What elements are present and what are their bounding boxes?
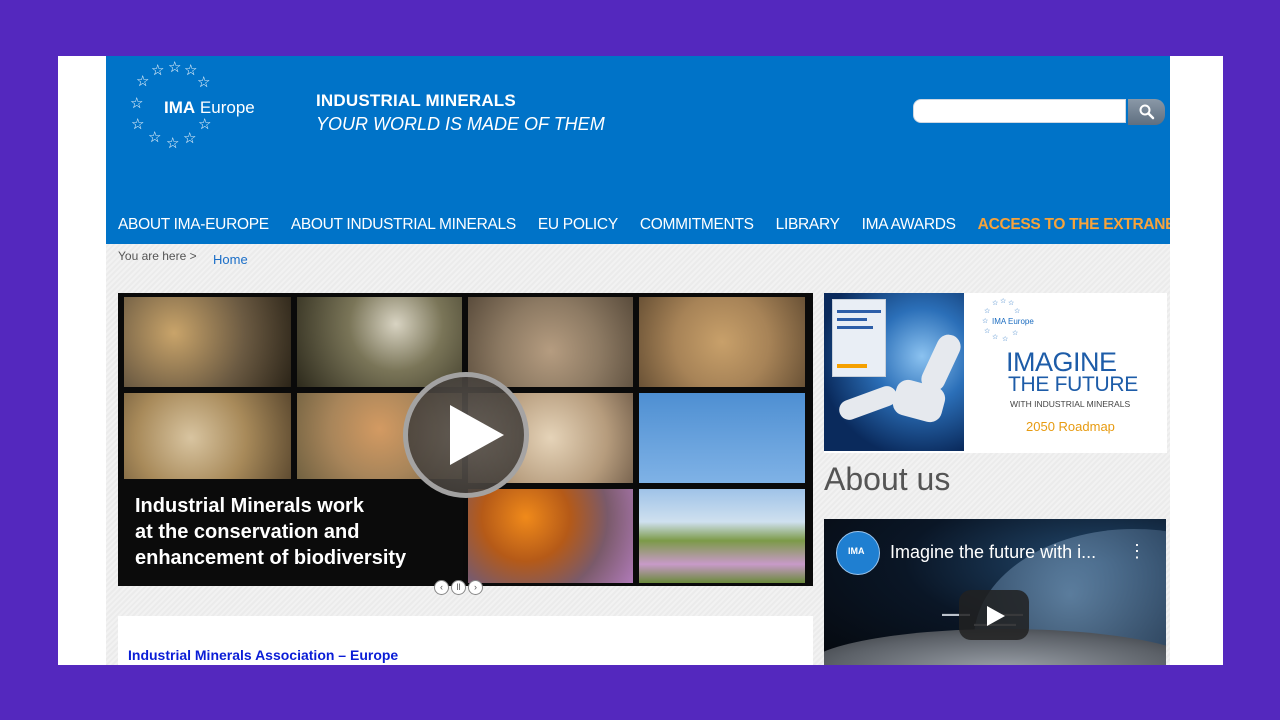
slider-caption: Industrial Minerals work at the conserva…: [118, 479, 463, 586]
star-icon: ☆: [130, 95, 144, 112]
content-title: Industrial Minerals Association – Europe: [128, 647, 399, 663]
human-hand: [917, 330, 964, 396]
play-icon[interactable]: [403, 372, 529, 498]
star-icon: ☆: [151, 62, 165, 79]
star-icon: ☆: [131, 116, 145, 133]
nav-ima-awards[interactable]: IMA AWARDS: [862, 216, 956, 236]
bird-photo: [639, 297, 805, 387]
robot-hand: [836, 383, 900, 423]
logo-suffix: Europe: [199, 98, 255, 117]
breadcrumb: You are here >: [118, 249, 197, 263]
dragonfly-photo: [297, 297, 462, 387]
tagline-title: INDUSTRIAL MINERALS: [316, 91, 516, 110]
slider-prev-button[interactable]: ‹: [434, 580, 449, 595]
star-icon: ☆: [148, 129, 162, 146]
nav-eu-policy[interactable]: EU POLICY: [538, 216, 618, 236]
caption-line-1: Industrial Minerals work: [135, 495, 364, 517]
channel-badge: IMA: [848, 546, 865, 556]
document-thumbnail: [832, 299, 886, 377]
orchid-photo: [639, 489, 805, 583]
star-icon: ☆: [136, 73, 150, 90]
nav-about-industrial-minerals[interactable]: ABOUT INDUSTRIAL MINERALS: [291, 216, 516, 236]
nav-library[interactable]: LIBRARY: [776, 216, 840, 236]
slider-next-button[interactable]: ›: [468, 580, 483, 595]
owl-photo: [124, 297, 291, 387]
snake-photo: [468, 297, 633, 387]
search-button[interactable]: [1128, 99, 1165, 125]
star-icon: ☆: [166, 135, 180, 152]
main-nav: ABOUT IMA-EUROPE ABOUT INDUSTRIAL MINERA…: [118, 216, 1170, 236]
slider-pause-button[interactable]: ll: [451, 580, 466, 595]
butterfly-photo: [468, 489, 633, 583]
imagine-future-banner[interactable]: ☆ ☆ ☆ ☆ ☆ ☆ ☆ ☆ ☆ ☆ IMA Europe IMAGINE T…: [824, 293, 1167, 453]
caption-line-3: enhancement of biodiversity: [135, 547, 407, 569]
star-icon: ☆: [198, 116, 212, 133]
roadmap-cover-image: [824, 293, 964, 451]
channel-avatar[interactable]: IMA: [836, 531, 880, 575]
nav-commitments[interactable]: COMMITMENTS: [640, 216, 754, 236]
star-icon: ☆: [183, 130, 197, 147]
nav-access-extranet[interactable]: ACCESS TO THE EXTRANET: [978, 216, 1170, 236]
tagline-subtitle: YOUR WORLD IS MADE OF THEM: [316, 114, 605, 134]
browser-frame: ☆ ☆ ☆ ☆ ☆ ☆ ☆ ☆ ☆ ☆ ☆ IMA Europe INDUSTR…: [58, 56, 1223, 665]
tagline: INDUSTRIAL MINERALS YOUR WORLD IS MADE O…: [316, 91, 605, 135]
content-box: Industrial Minerals Association – Europe: [118, 616, 813, 665]
search-icon: [1139, 104, 1154, 120]
promo-subheadline: THE FUTURE: [1008, 373, 1138, 396]
star-icon: ☆: [184, 62, 198, 79]
slider-controls: ‹ ll ›: [434, 580, 483, 595]
image-slider[interactable]: Industrial Minerals work at the conserva…: [118, 293, 813, 586]
search-input[interactable]: [913, 99, 1126, 123]
promo-tagline: WITH INDUSTRIAL MINERALS: [1010, 399, 1131, 409]
nav-about-ima-europe[interactable]: ABOUT IMA-EUROPE: [118, 216, 269, 236]
logo-text: IMA Europe: [164, 98, 255, 118]
promo-logo-text: IMA Europe: [992, 317, 1034, 326]
ima-europe-logo[interactable]: ☆ ☆ ☆ ☆ ☆ ☆ ☆ ☆ ☆ ☆ ☆ IMA Europe: [116, 60, 276, 160]
site-header: ☆ ☆ ☆ ☆ ☆ ☆ ☆ ☆ ☆ ☆ ☆ IMA Europe INDUSTR…: [106, 56, 1170, 244]
promo-logo: ☆ ☆ ☆ ☆ ☆ ☆ ☆ ☆ ☆ ☆ IMA Europe: [982, 298, 1034, 343]
badger-photo: [124, 393, 291, 483]
star-icon: ☆: [168, 59, 182, 76]
page: ☆ ☆ ☆ ☆ ☆ ☆ ☆ ☆ ☆ ☆ ☆ IMA Europe INDUSTR…: [106, 56, 1170, 665]
caption-line-2: at the conservation and: [135, 521, 360, 543]
youtube-video-embed[interactable]: ▬▬▬▬ ▬▬▬ ▬▬▬▬▬▬ IMA Imagine the future w…: [824, 519, 1166, 665]
about-us-heading: About us: [824, 461, 951, 497]
video-title[interactable]: Imagine the future with i...: [890, 542, 1096, 563]
youtube-play-button[interactable]: [959, 590, 1029, 640]
logo-prefix: IMA: [164, 98, 196, 117]
sky-photo: [639, 393, 805, 483]
star-icon: ☆: [197, 74, 211, 91]
more-options-icon[interactable]: ⋮: [1128, 541, 1146, 562]
promo-roadmap: 2050 Roadmap: [1026, 419, 1115, 434]
breadcrumb-home-link[interactable]: Home: [213, 252, 248, 267]
